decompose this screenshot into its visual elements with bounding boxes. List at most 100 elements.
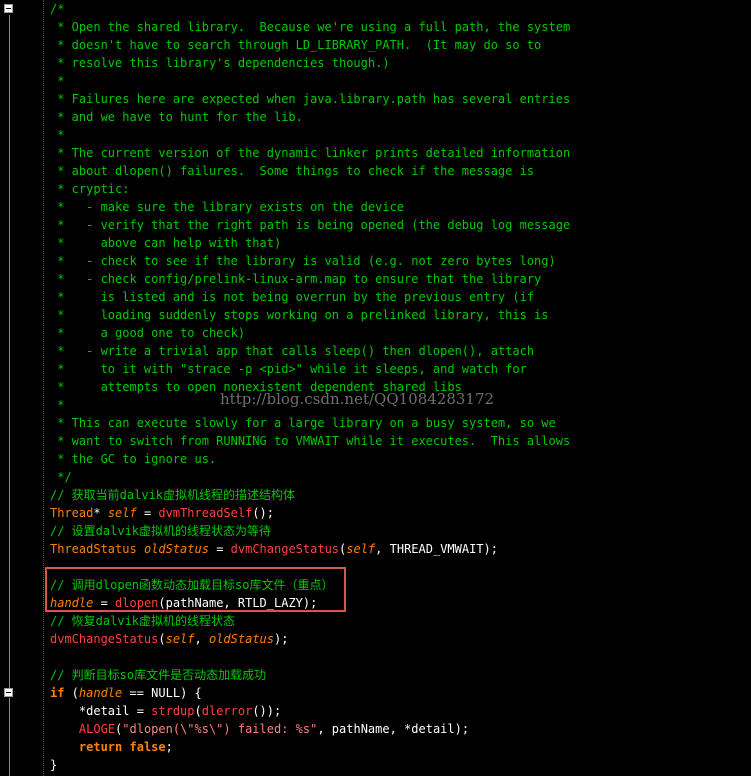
- code-token: *: [50, 398, 65, 412]
- code-token: *: [93, 506, 108, 520]
- code-token: =: [208, 542, 231, 556]
- code-token: * a good one to check): [50, 326, 246, 340]
- code-line[interactable]: // 恢复dalvik虚拟机的线程状态: [50, 612, 235, 630]
- code-token: * about dlopen() failures. Some things t…: [50, 164, 535, 178]
- code-line[interactable]: * - make sure the library exists on the …: [50, 198, 404, 216]
- code-line[interactable]: }: [50, 756, 57, 774]
- code-token: ();: [252, 506, 275, 520]
- code-token: false: [129, 740, 166, 754]
- code-token: */: [50, 470, 72, 484]
- code-line[interactable]: */: [50, 468, 72, 486]
- code-line[interactable]: * Failures here are expected when java.l…: [50, 90, 570, 108]
- code-line[interactable]: * Open the shared library. Because we're…: [50, 18, 570, 36]
- code-token: * - check to see if the library is valid…: [50, 254, 556, 268]
- code-token: self: [107, 506, 137, 520]
- code-line[interactable]: * a good one to check): [50, 324, 245, 342]
- code-line[interactable]: *detail = strdup(dlerror());: [50, 702, 281, 720]
- code-line[interactable]: * doesn't have to search through LD_LIBR…: [50, 36, 541, 54]
- code-token: * - write a trivial app that calls sleep…: [50, 344, 535, 358]
- code-token: self: [346, 542, 376, 556]
- code-token: *: [50, 74, 65, 88]
- code-line[interactable]: * - check to see if the library is valid…: [50, 252, 556, 270]
- code-token: return: [78, 740, 123, 754]
- code-token: * This can execute slowly for a large li…: [50, 416, 556, 430]
- code-line[interactable]: ALOGE("dlopen(\"%s\") failed: %s", pathN…: [50, 720, 469, 738]
- code-token: // 获取当前dalvik虚拟机线程的描述结构体: [50, 488, 296, 502]
- code-editor[interactable]: /* * Open the shared library. Because we…: [0, 0, 751, 776]
- code-token: }: [50, 758, 58, 772]
- code-line[interactable]: * above can help with that): [50, 234, 281, 252]
- code-line[interactable]: ThreadStatus oldStatus = dvmChangeStatus…: [50, 540, 498, 558]
- fold-line: [9, 15, 10, 696]
- code-token: * to it with "strace -p <pid>" while it …: [50, 362, 527, 376]
- code-line[interactable]: dvmChangeStatus(self, oldStatus);: [50, 630, 288, 648]
- code-token: ;: [165, 740, 173, 754]
- code-token: ThreadStatus: [50, 542, 137, 556]
- code-token: oldStatus: [143, 542, 209, 556]
- code-token: * Open the shared library. Because we're…: [50, 20, 571, 34]
- code-token: strdup: [151, 704, 195, 718]
- code-line[interactable]: *: [50, 72, 64, 90]
- code-token: oldStatus: [208, 632, 274, 646]
- code-line[interactable]: * - check config/prelink-linux-arm.map t…: [50, 270, 541, 288]
- code-token: =: [136, 506, 159, 520]
- code-line[interactable]: * - verify that the right path is being …: [50, 216, 570, 234]
- code-token: Thread: [50, 506, 94, 520]
- code-token: if: [50, 686, 65, 700]
- code-line[interactable]: * want to switch from RUNNING to VMWAIT …: [50, 432, 570, 450]
- code-line[interactable]: * is listed and is not being overrun by …: [50, 288, 534, 306]
- indent-guide: [43, 0, 44, 776]
- code-token: * The current version of the dynamic lin…: [50, 146, 571, 160]
- minus-fold-icon[interactable]: [4, 4, 13, 13]
- code-line[interactable]: if (handle == NULL) {: [50, 684, 202, 702]
- code-token: dvmChangeStatus: [50, 632, 159, 646]
- highlight-box: [45, 567, 346, 612]
- code-token: /*: [50, 2, 65, 16]
- code-token: ALOGE: [78, 722, 116, 736]
- code-token: * the GC to ignore us.: [50, 452, 217, 466]
- fold-line: [9, 698, 10, 776]
- code-line[interactable]: * This can execute slowly for a large li…: [50, 414, 556, 432]
- code-line[interactable]: // 设置dalvik虚拟机的线程状态为等待: [50, 522, 271, 540]
- code-token: * is listed and is not being overrun by …: [50, 290, 535, 304]
- code-token: * cryptic:: [50, 182, 130, 196]
- code-token: "dlopen(\"%s\") failed: %s": [122, 722, 318, 736]
- code-line[interactable]: * - write a trivial app that calls sleep…: [50, 342, 534, 360]
- code-line[interactable]: /*: [50, 0, 64, 18]
- code-token: *detail =: [50, 704, 152, 718]
- code-line[interactable]: * The current version of the dynamic lin…: [50, 144, 570, 162]
- code-line[interactable]: * cryptic:: [50, 180, 129, 198]
- code-line[interactable]: Thread* self = dvmThreadSelf();: [50, 504, 274, 522]
- code-token: );: [274, 632, 289, 646]
- code-token: * Failures here are expected when java.l…: [50, 92, 571, 106]
- code-line[interactable]: * about dlopen() failures. Some things t…: [50, 162, 534, 180]
- code-token: dvmChangeStatus: [230, 542, 340, 556]
- code-token: self: [165, 632, 195, 646]
- code-token: * - check config/prelink-linux-arm.map t…: [50, 272, 542, 286]
- code-token: handle: [78, 686, 123, 700]
- code-token: * and we have to hunt for the lib.: [50, 110, 303, 124]
- code-line[interactable]: * and we have to hunt for the lib.: [50, 108, 303, 126]
- code-line[interactable]: * resolve this library's dependencies th…: [50, 54, 389, 72]
- code-token: dvmThreadSelf: [158, 506, 253, 520]
- code-token: dlerror: [201, 704, 253, 718]
- code-line[interactable]: // 判断目标so库文件是否动态加载成功: [50, 666, 266, 684]
- code-token: (: [64, 686, 79, 700]
- fold-gutter: [0, 0, 19, 776]
- code-line[interactable]: *: [50, 396, 64, 414]
- code-line[interactable]: *: [50, 126, 64, 144]
- minus-fold-icon[interactable]: [4, 688, 13, 697]
- code-line[interactable]: * the GC to ignore us.: [50, 450, 216, 468]
- code-token: * - verify that the right path is being …: [50, 218, 571, 232]
- code-line[interactable]: // 获取当前dalvik虚拟机线程的描述结构体: [50, 486, 295, 504]
- code-line[interactable]: * loading suddenly stops working on a pr…: [50, 306, 549, 324]
- code-token: // 设置dalvik虚拟机的线程状态为等待: [50, 524, 272, 538]
- code-line[interactable]: return false;: [50, 738, 173, 756]
- code-token: * loading suddenly stops working on a pr…: [50, 308, 549, 322]
- code-token: == NULL) {: [122, 686, 202, 700]
- code-line[interactable]: * to it with "strace -p <pid>" while it …: [50, 360, 527, 378]
